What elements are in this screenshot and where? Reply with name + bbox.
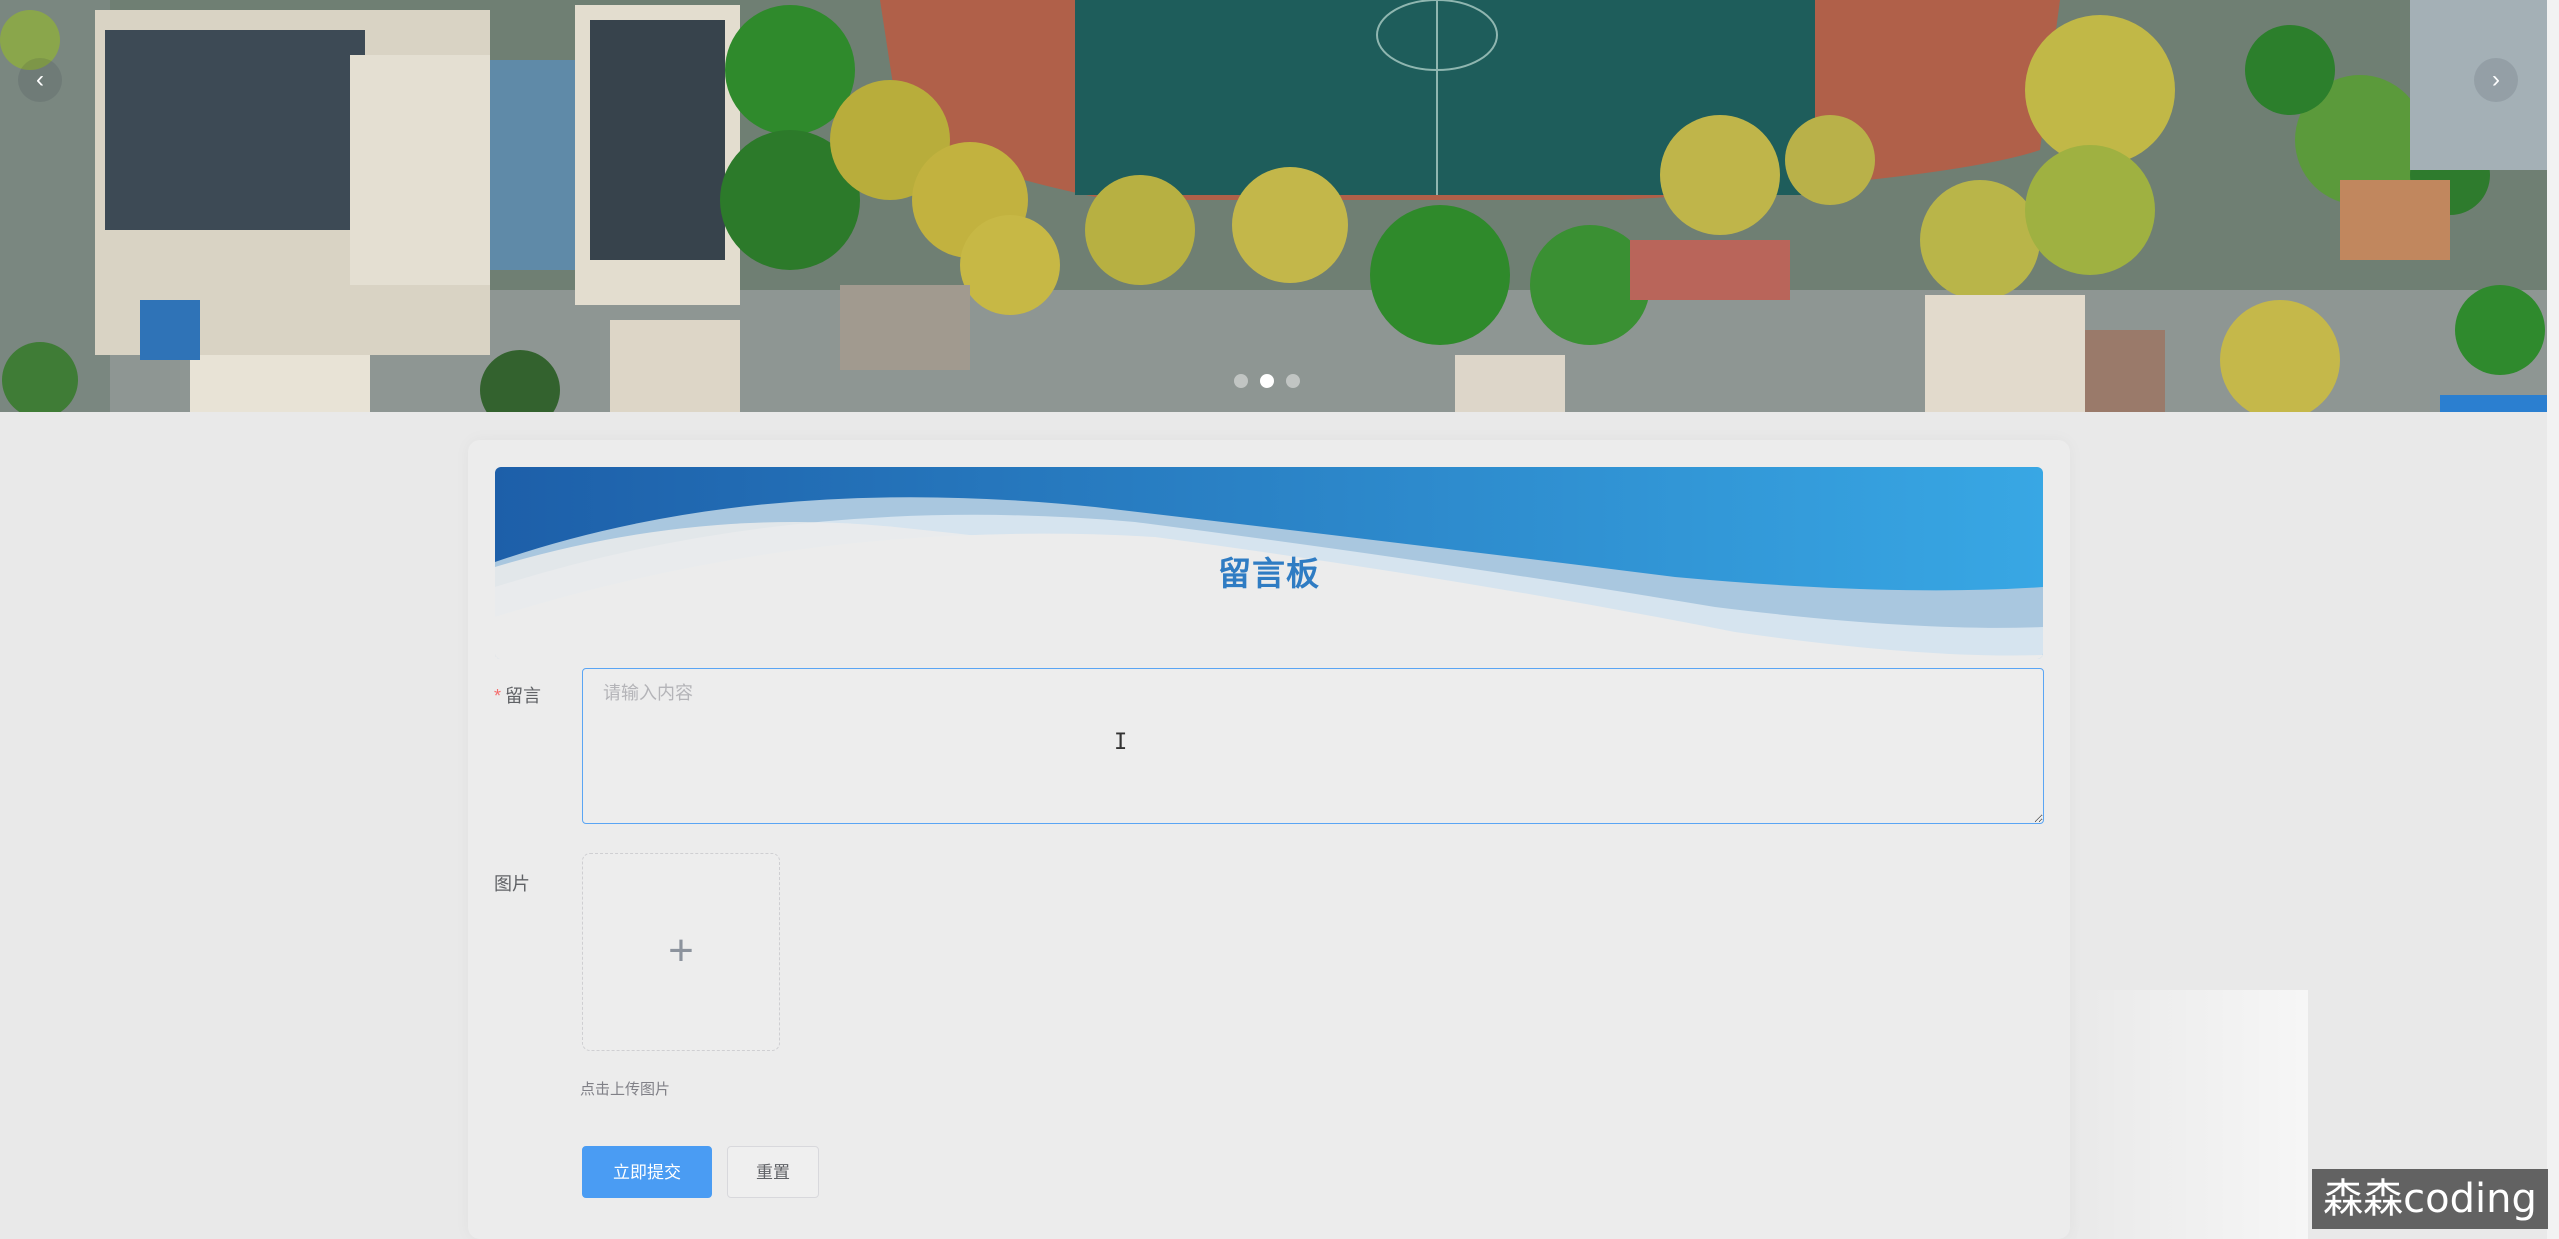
carousel-prev-arrow[interactable]: ‹ bbox=[18, 58, 62, 102]
message-label-text: 留言 bbox=[505, 686, 542, 706]
carousel-dot-3[interactable] bbox=[1286, 374, 1300, 388]
board-title: 留言板 bbox=[1218, 555, 1320, 592]
submit-button[interactable]: 立即提交 bbox=[582, 1146, 712, 1198]
image-upload-box[interactable]: + bbox=[582, 853, 780, 1051]
reset-button[interactable]: 重置 bbox=[727, 1146, 819, 1198]
plus-icon: + bbox=[668, 926, 694, 975]
page-scrollbar[interactable] bbox=[2547, 0, 2559, 1239]
required-mark: * bbox=[494, 686, 502, 706]
image-label: 图片 bbox=[494, 874, 530, 894]
edge-highlight bbox=[2068, 990, 2308, 1239]
message-label: * 留言 bbox=[494, 682, 541, 708]
campus-aerial-image bbox=[0, 0, 2547, 412]
message-board-card: 留言板 bbox=[468, 440, 2070, 1239]
carousel-dot-2[interactable] bbox=[1260, 374, 1274, 388]
carousel-indicators bbox=[1234, 374, 1300, 388]
upload-tip: 点击上传图片 bbox=[580, 1081, 671, 1098]
carousel-next-arrow[interactable]: › bbox=[2474, 58, 2518, 102]
message-textarea[interactable] bbox=[582, 668, 2044, 824]
carousel-banner: ‹ › bbox=[0, 0, 2547, 412]
board-header-banner: 留言板 bbox=[495, 467, 2043, 659]
watermark: 森森coding bbox=[2312, 1169, 2548, 1229]
carousel-dot-1[interactable] bbox=[1234, 374, 1248, 388]
